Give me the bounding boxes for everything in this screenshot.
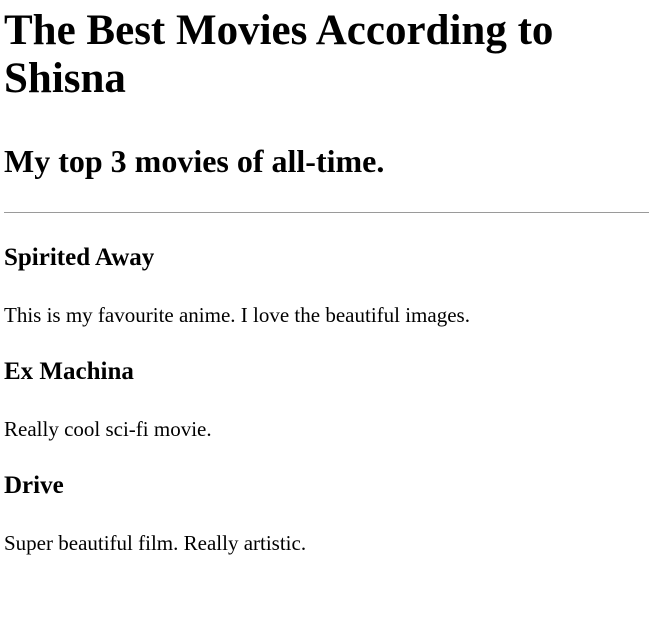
movie-description: Really cool sci-fi movie. <box>4 417 212 441</box>
page-subtitle: My top 3 movies of all-time. <box>4 143 385 179</box>
movie-title: Drive <box>4 472 64 499</box>
page-content: The Best Movies According to Shisna My t… <box>0 7 649 555</box>
movie-description: Super beautiful film. Really artistic. <box>4 531 307 555</box>
movie-list: Spirited Away This is my favourite anime… <box>4 244 645 555</box>
movie-title: Spirited Away <box>4 244 155 271</box>
movie-title: Ex Machina <box>4 358 134 385</box>
movie-description: This is my favourite anime. I love the b… <box>4 303 470 327</box>
page-title: The Best Movies According to Shisna <box>4 7 554 102</box>
divider <box>4 212 649 213</box>
